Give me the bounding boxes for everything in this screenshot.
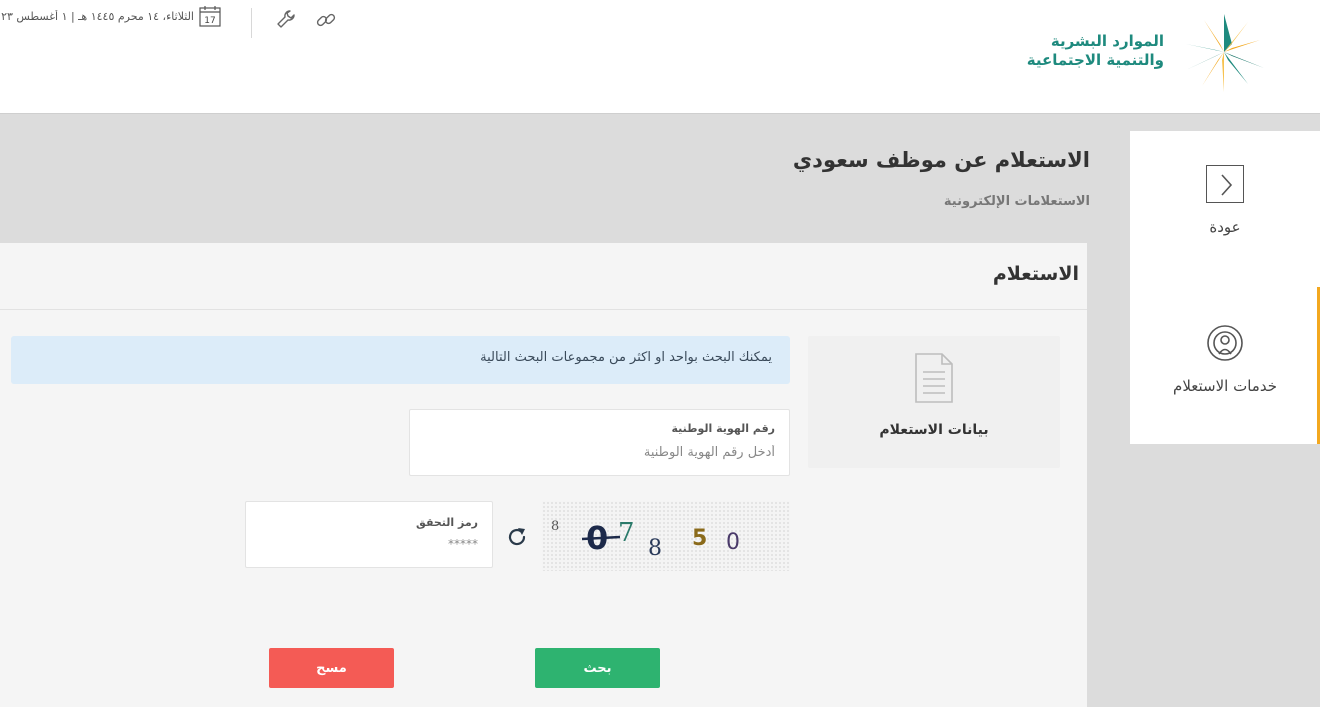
wrench-icon[interactable] [275,8,299,32]
clear-button[interactable]: مسح [269,648,394,688]
refresh-icon[interactable] [505,525,529,549]
captcha-image: 8 0 7 8 5 0 [542,501,790,571]
page-title: الاستعلام عن موظف سعودي [792,148,1090,172]
back-button[interactable]: عودة [1130,165,1320,255]
search-button[interactable]: بحث [535,648,660,688]
captcha-char: 0 [726,530,740,555]
broadcast-icon [1207,325,1243,361]
inquiry-services-tab[interactable]: خدمات الاستعلام [1130,323,1320,413]
chevron-right-icon [1221,174,1233,196]
link-icon[interactable] [314,8,338,32]
ministry-logo[interactable]: الموارد البشرية والتنمية الاجتماعية [1022,12,1272,92]
info-alert: يمكنك البحث بواحد او اكثر من مجموعات الب… [11,336,790,384]
inquiry-services-label: خدمات الاستعلام [1173,377,1277,395]
inquiry-card: الاستعلام بيانات الاستعلام يمكنك البحث ب… [0,243,1087,707]
card-header: الاستعلام [0,243,1087,310]
logo-line-1: الموارد البشرية [1050,32,1164,50]
page-subtitle: الاستعلامات الإلكترونية [943,194,1090,209]
card-title: الاستعلام [992,263,1079,285]
inquiry-data-tile[interactable]: بيانات الاستعلام [808,336,1060,468]
calendar-icon: 17 [199,6,221,27]
side-panel: عودة خدمات الاستعلام [1130,131,1320,444]
logo-star-icon [1186,14,1264,92]
site-header: الموارد البشرية والتنمية الاجتماعية الثل… [0,0,1320,114]
inquiry-data-label: بيانات الاستعلام [879,422,989,438]
header-date: الثلاثاء، ١٤ محرم ١٤٤٥ هـ | ١ أغسطس ٢٠٢٣ [0,10,194,23]
logo-text: الموارد البشرية والتنمية الاجتماعية [1004,32,1164,70]
header-divider [251,8,252,38]
captcha-char: 8 [648,536,662,561]
calendar-day-text: 17 [204,16,215,26]
captcha-label: رمز التحقق [416,516,478,529]
back-box [1206,165,1244,203]
national-id-input[interactable] [410,445,775,460]
logo-line-2: والتنمية الاجتماعية [1026,51,1164,69]
captcha-input[interactable] [246,537,478,551]
national-id-label: رقم الهوية الوطنية [671,422,776,435]
captcha-field: رمز التحقق [245,501,493,568]
captcha-char: 5 [692,526,707,551]
document-icon [915,353,953,403]
back-label: عودة [1209,218,1241,236]
captcha-char: 7 [618,518,635,548]
captcha-text: 8 0 7 8 5 0 [551,518,740,561]
captcha-char: 8 [551,519,559,534]
national-id-field: رقم الهوية الوطنية [409,409,790,476]
